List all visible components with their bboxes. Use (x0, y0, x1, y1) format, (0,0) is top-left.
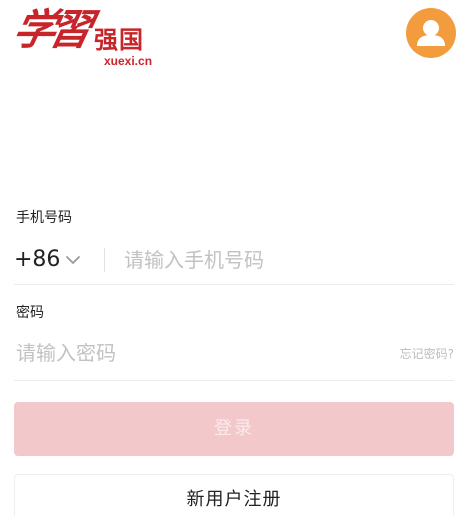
phone-field-row: +86 (14, 240, 454, 285)
logo-brand-text: 强国 (94, 26, 144, 54)
password-label: 密码 (16, 305, 44, 321)
register-button[interactable]: 新用户注册 (14, 474, 454, 516)
field-divider (104, 248, 105, 272)
app-logo: 学習 强国 xuexi.cn (9, 4, 153, 68)
login-page: 学習 强国 xuexi.cn 手机号码 +86 密码 忘记密码? 登录 新用户注… (0, 0, 468, 516)
chevron-down-icon[interactable] (64, 251, 82, 269)
password-field-row: 忘记密码? (14, 334, 454, 381)
logo-brush-text: 学習 (8, 5, 92, 54)
password-input[interactable] (16, 338, 356, 368)
logo-domain-text: xuexi.cn (104, 54, 153, 68)
phone-label: 手机号码 (16, 210, 72, 226)
login-button[interactable]: 登录 (14, 402, 454, 456)
country-code-selector[interactable]: +86 (14, 246, 60, 274)
user-silhouette-icon (417, 20, 445, 46)
forgot-password-link[interactable]: 忘记密码? (400, 346, 454, 362)
phone-input[interactable] (124, 245, 444, 275)
user-avatar-icon[interactable] (406, 8, 456, 58)
